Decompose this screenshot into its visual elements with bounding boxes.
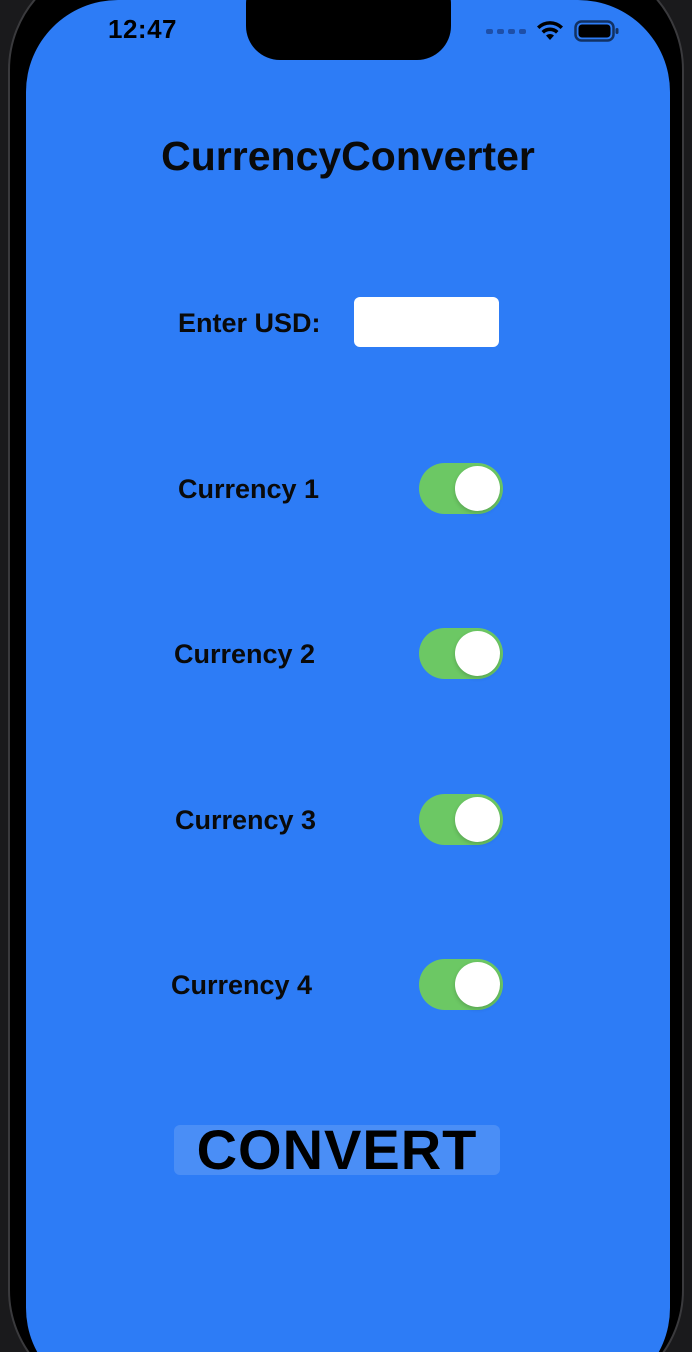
currency-3-label: Currency 3	[175, 805, 317, 835]
status-time: 12:47	[108, 14, 177, 44]
app-title: CurrencyConverter	[161, 133, 535, 179]
wifi-icon	[537, 21, 563, 40]
toggle-knob	[455, 962, 500, 1007]
currency-4-toggle[interactable]	[419, 959, 503, 1010]
currency-2-label: Currency 2	[174, 639, 316, 669]
convert-button-label: CONVERT	[196, 1118, 478, 1181]
dynamic-island	[246, 0, 451, 60]
toggle-knob	[455, 631, 500, 676]
toggle-knob	[455, 466, 500, 511]
usd-label: Enter USD:	[178, 308, 321, 338]
convert-button[interactable]: CONVERT	[174, 1118, 500, 1181]
currency-1-label: Currency 1	[178, 474, 320, 504]
status-icons	[486, 18, 620, 44]
currency-4-label: Currency 4	[171, 970, 313, 1000]
battery-icon	[574, 20, 619, 42]
currency-3-toggle[interactable]	[419, 794, 503, 845]
currency-1-toggle[interactable]	[419, 463, 503, 514]
toggle-knob	[455, 797, 500, 842]
app-screen: 12:47 CurrencyConverter Enter USD: Curre…	[26, 0, 670, 1352]
usd-input[interactable]	[354, 297, 499, 347]
currency-2-toggle[interactable]	[419, 628, 503, 679]
device-frame: 12:47 CurrencyConverter Enter USD: Curre…	[0, 0, 692, 1352]
cellular-dots-icon	[486, 28, 526, 34]
